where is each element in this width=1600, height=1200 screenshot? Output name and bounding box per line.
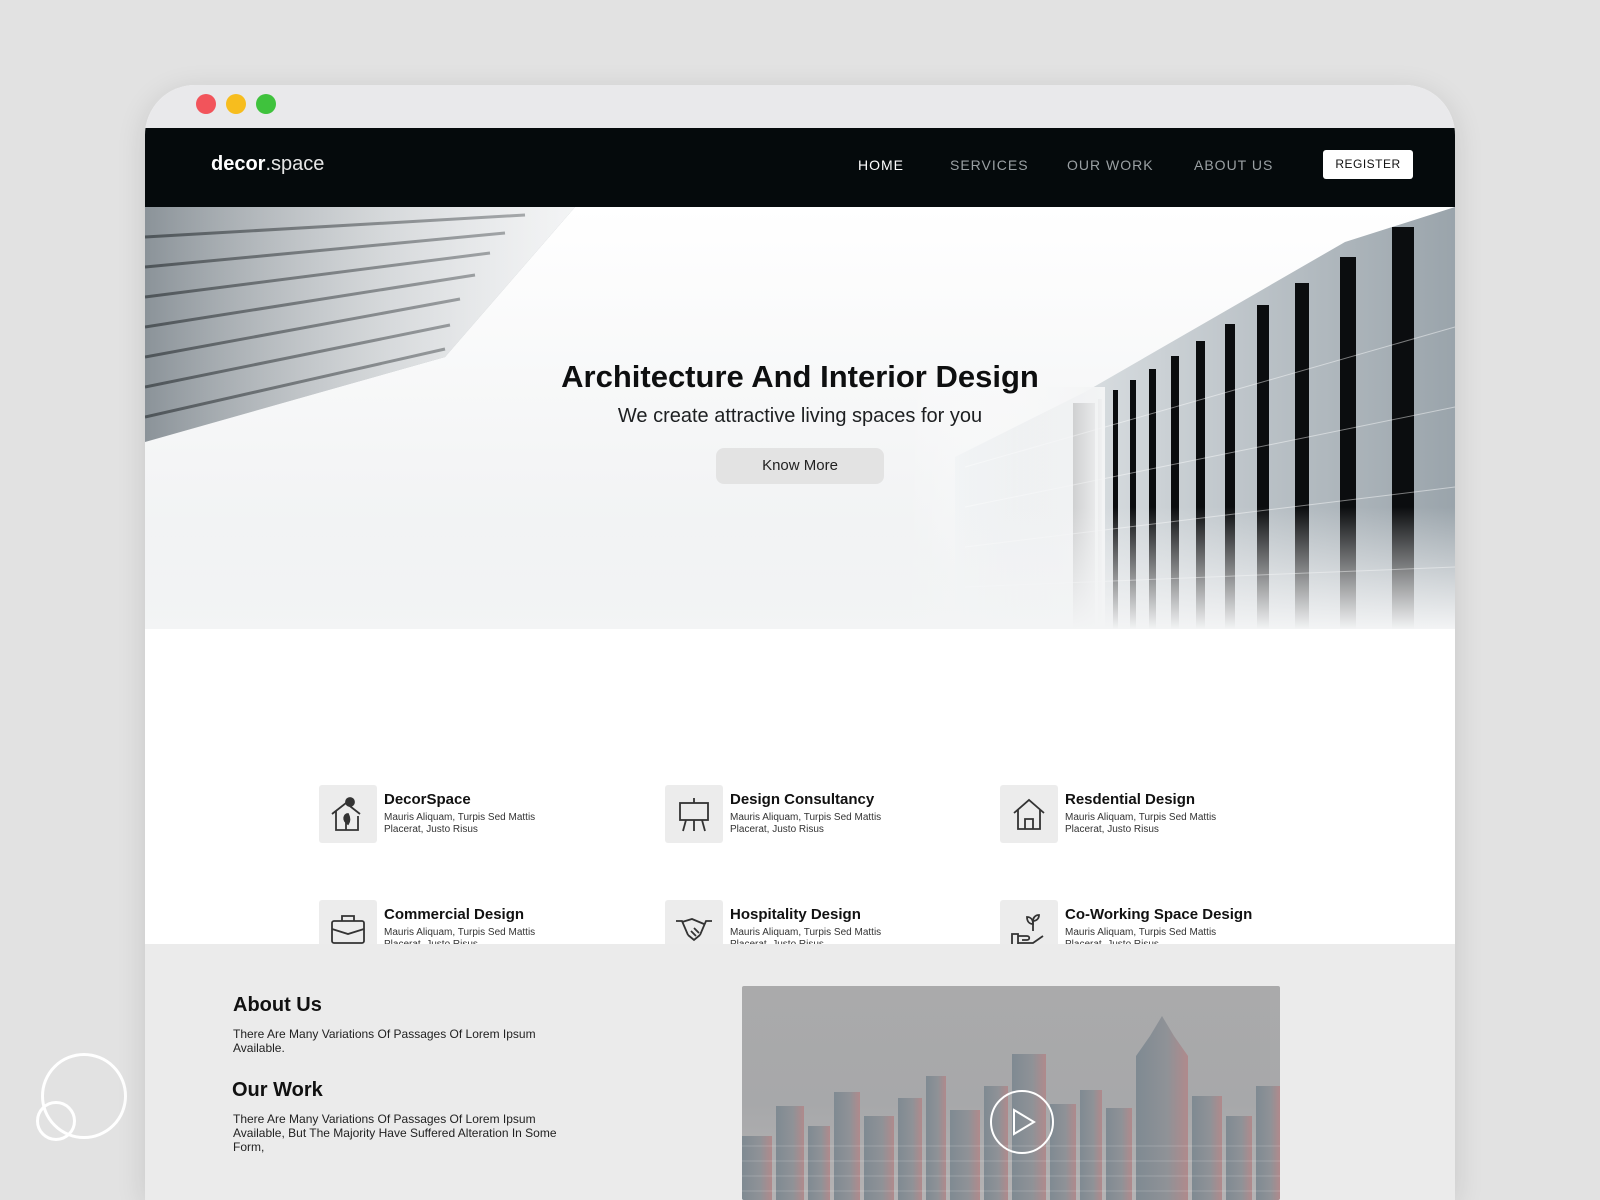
home-icon [1000,785,1058,843]
nav-our-work[interactable]: OUR WORK [1067,157,1154,173]
maximize-window-button[interactable] [256,94,276,114]
hero-title: Architecture And Interior Design [561,359,1039,394]
nav-services[interactable]: SERVICES [950,157,1029,173]
play-button[interactable] [990,1090,1054,1154]
service-description: Mauris Aliquam, Turpis Sed Mattis Placer… [384,812,536,835]
service-title: DecorSpace [384,791,471,808]
logo-rest: space [271,153,325,175]
video-thumbnail[interactable] [742,986,1280,1200]
house-plant-icon [319,785,377,843]
service-title: Commercial Design [384,906,525,923]
window-titlebar [145,85,1455,128]
service-title: Co-Working Space Design [1065,906,1253,923]
nav-home[interactable]: HOME [858,157,904,173]
know-more-button[interactable]: Know More [716,448,884,484]
browser-window: decor.space HOME SERVICES OUR WORK ABOUT… [145,85,1455,1200]
services-section: DecorSpace Mauris Aliquam, Turpis Sed Ma… [145,629,1455,958]
our-work-text: There Are Many Variations Of Passages Of… [233,1112,557,1154]
service-title: Hospitality Design [730,906,861,923]
about-us-text: There Are Many Variations Of Passages Of… [233,1027,536,1055]
site-logo[interactable]: decor.space [211,153,324,176]
about-us-heading: About Us [233,994,322,1016]
about-section: About Us There Are Many Variations Of Pa… [145,944,1455,1200]
hero-banner: Architecture And Interior Design We crea… [145,207,1455,629]
minimize-window-button[interactable] [226,94,246,114]
close-window-button[interactable] [196,94,216,114]
service-title: Resdential Design [1065,791,1196,808]
service-title: Design Consultancy [730,791,875,808]
easel-icon [665,785,723,843]
our-work-heading: Our Work [232,1079,323,1101]
service-description: Mauris Aliquam, Turpis Sed Mattis Placer… [730,812,882,835]
nav-about-us[interactable]: ABOUT US [1194,157,1273,173]
service-description: Mauris Aliquam, Turpis Sed Mattis Placer… [1065,812,1217,835]
register-button[interactable]: REGISTER [1323,150,1413,179]
hero-subtitle: We create attractive living spaces for y… [617,405,983,427]
logo-bold: decor [211,153,266,175]
play-icon [1013,1108,1036,1136]
decorative-ring-small [36,1101,76,1141]
top-navbar: decor.space HOME SERVICES OUR WORK ABOUT… [145,128,1455,207]
